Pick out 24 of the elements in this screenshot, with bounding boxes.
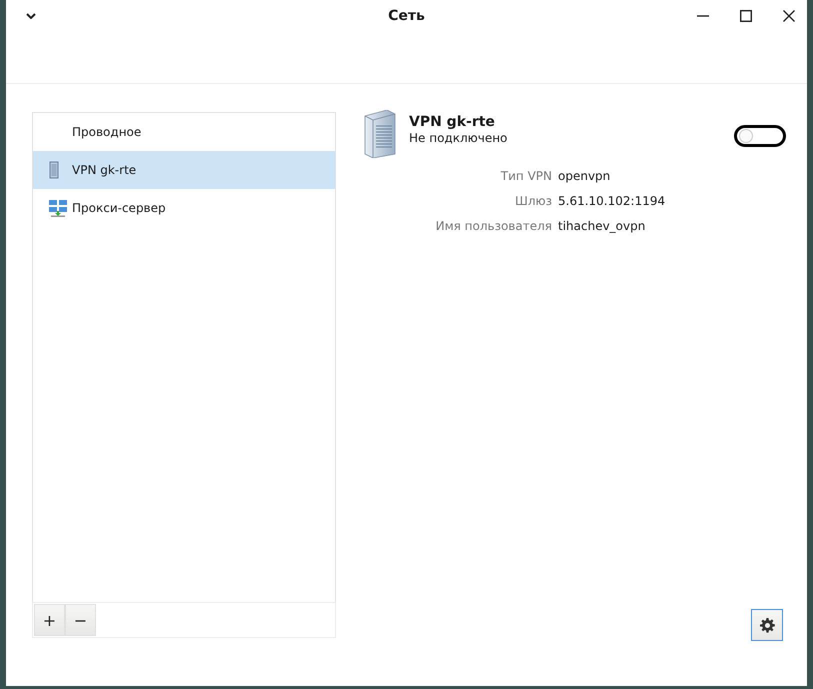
- settings-button[interactable]: [751, 609, 783, 641]
- chevron-down-icon[interactable]: [26, 13, 36, 19]
- property-value: tihachev_ovpn: [558, 218, 646, 234]
- property-label: Тип VPN: [500, 168, 552, 184]
- property-label: Имя пользователя: [434, 218, 552, 234]
- remove-button[interactable]: −: [65, 604, 96, 636]
- minimize-icon[interactable]: [697, 15, 709, 17]
- server-icon: [363, 110, 397, 158]
- property-value: openvpn: [558, 168, 612, 184]
- connection-item[interactable]: Прокси-сервер: [33, 189, 335, 227]
- connection-name: VPN gk-rte: [409, 114, 496, 130]
- add-button[interactable]: +: [34, 604, 65, 636]
- property-label: Шлюз: [514, 193, 552, 209]
- property-value: 5.61.10.102:1194: [558, 193, 666, 209]
- settings-icon: [760, 618, 774, 632]
- connection-item[interactable]: VPN gk-rte: [33, 151, 335, 189]
- server-icon: [49, 161, 59, 179]
- window-title: Сеть: [388, 8, 425, 24]
- maximize-icon[interactable]: [740, 10, 752, 22]
- close-icon[interactable]: [783, 10, 795, 22]
- network-icon: [49, 200, 67, 216]
- connection-item[interactable]: Проводное: [33, 113, 335, 151]
- connection-switch[interactable]: [734, 125, 786, 147]
- connection-status: Не подключено: [409, 131, 508, 145]
